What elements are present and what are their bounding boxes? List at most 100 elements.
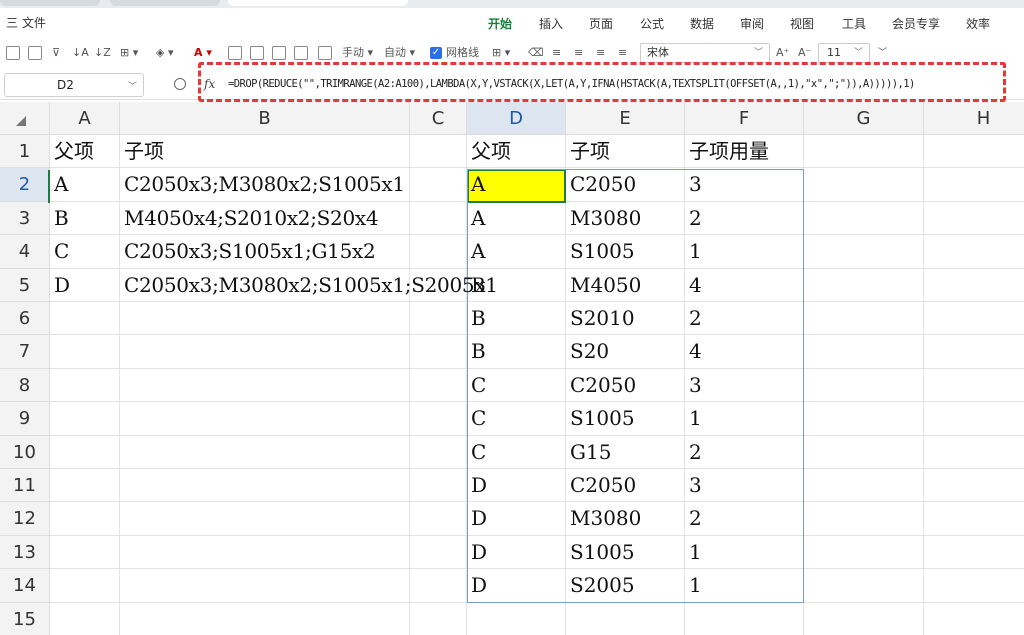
row-header[interactable]: 1 bbox=[0, 135, 50, 169]
row-header[interactable]: 2 bbox=[0, 168, 50, 202]
align-left-icon[interactable]: ≡ bbox=[552, 44, 561, 62]
cell[interactable]: 1 bbox=[685, 536, 702, 569]
cell[interactable]: C bbox=[467, 436, 486, 469]
window-tab[interactable] bbox=[110, 0, 220, 6]
column-header[interactable]: G bbox=[804, 102, 924, 135]
gridlines-checkbox[interactable]: ✓ bbox=[430, 47, 442, 59]
cell[interactable]: A bbox=[467, 202, 485, 235]
column-header[interactable]: A bbox=[50, 102, 120, 135]
column-header[interactable]: H bbox=[924, 102, 1024, 135]
cell[interactable]: D bbox=[50, 269, 70, 302]
menu-tab[interactable]: 效率 bbox=[966, 15, 990, 32]
row-header[interactable]: 11 bbox=[0, 469, 50, 503]
cell[interactable]: M4050 bbox=[566, 269, 641, 302]
cell[interactable]: 4 bbox=[685, 269, 702, 302]
cell[interactable]: S20 bbox=[566, 335, 609, 368]
column-header[interactable]: E bbox=[566, 102, 685, 135]
row-header[interactable]: 7 bbox=[0, 335, 50, 369]
cell[interactable]: 2 bbox=[685, 436, 702, 469]
align-right-icon[interactable]: ≡ bbox=[596, 44, 605, 62]
cell[interactable]: C2050x3;S1005x1;G15x2 bbox=[120, 235, 376, 268]
cell[interactable]: C bbox=[467, 402, 486, 435]
manual-dropdown[interactable]: 手动 ▾ bbox=[342, 44, 373, 62]
cell[interactable]: D bbox=[467, 569, 487, 602]
row-header[interactable]: 6 bbox=[0, 302, 50, 336]
row-header[interactable]: 3 bbox=[0, 201, 50, 236]
menu-tab[interactable]: 视图 bbox=[790, 15, 814, 32]
cell[interactable]: B bbox=[467, 302, 486, 335]
row-header[interactable]: 5 bbox=[0, 268, 50, 302]
cell[interactable]: 1 bbox=[685, 235, 702, 268]
chevron-down-icon[interactable]: ﹀ bbox=[128, 79, 137, 92]
cell[interactable]: 3 bbox=[685, 369, 702, 402]
cell[interactable]: 父项 bbox=[50, 135, 94, 168]
border-icon[interactable]: ⊞ ▾ bbox=[120, 44, 138, 62]
cell[interactable]: S1005 bbox=[566, 235, 635, 268]
font-family-select[interactable]: 宋体 ﹀ bbox=[640, 43, 770, 63]
align-center-icon[interactable]: ≡ bbox=[574, 44, 583, 62]
filter-icon[interactable]: ⊽ bbox=[52, 44, 60, 62]
cell[interactable]: A bbox=[467, 235, 485, 268]
auto-dropdown[interactable]: 自动 ▾ bbox=[384, 44, 415, 62]
cell[interactable]: M3080 bbox=[566, 202, 641, 235]
cell[interactable]: 子项 bbox=[566, 135, 610, 168]
cell[interactable]: 3 bbox=[685, 168, 702, 201]
cell[interactable]: G15 bbox=[566, 436, 611, 469]
window-tab-active[interactable] bbox=[228, 0, 408, 6]
fill-color-icon[interactable]: ◈ ▾ bbox=[156, 44, 173, 62]
formula-input[interactable]: =DROP(REDUCE("",TRIMRANGE(A2:A100),LAMBD… bbox=[228, 78, 915, 90]
cell[interactable]: C2050 bbox=[566, 469, 636, 502]
cell[interactable]: 1 bbox=[685, 402, 702, 435]
cell[interactable]: C bbox=[467, 369, 486, 402]
font-color-icon[interactable]: A ▾ bbox=[194, 44, 212, 62]
cell[interactable]: 子项用量 bbox=[685, 135, 769, 168]
conditional-format-icon[interactable]: ⊞ ▾ bbox=[492, 44, 510, 62]
fx-icon[interactable]: fx bbox=[204, 77, 215, 91]
split-icon[interactable] bbox=[318, 46, 332, 60]
cell[interactable]: C2050x3;M3080x2;S1005x1;S2005x1 bbox=[120, 269, 498, 302]
column-header[interactable]: C bbox=[410, 102, 467, 135]
copy-icon[interactable] bbox=[28, 46, 42, 60]
row-header[interactable]: 13 bbox=[0, 535, 50, 570]
cell[interactable]: 2 bbox=[685, 502, 702, 535]
menu-tab[interactable]: 工具 bbox=[842, 15, 866, 32]
freeze-icon[interactable] bbox=[250, 46, 264, 60]
cell[interactable]: 父项 bbox=[467, 135, 511, 168]
cell[interactable]: S1005 bbox=[566, 536, 635, 569]
cell[interactable]: C2050 bbox=[566, 369, 636, 402]
menu-tab[interactable]: 审阅 bbox=[740, 15, 764, 32]
zoom-icon[interactable] bbox=[174, 78, 186, 90]
cell[interactable]: 2 bbox=[685, 202, 702, 235]
cell[interactable]: S2010 bbox=[566, 302, 635, 335]
cell[interactable]: 2 bbox=[685, 302, 702, 335]
row-header[interactable]: 12 bbox=[0, 502, 50, 536]
row-header[interactable]: 8 bbox=[0, 368, 50, 403]
row-header[interactable]: 9 bbox=[0, 402, 50, 436]
cell[interactable]: 子项 bbox=[120, 135, 164, 168]
file-menu[interactable]: 三 文件 bbox=[6, 14, 46, 31]
more-chevron-icon[interactable]: ﹀ bbox=[878, 44, 887, 62]
format-painter-icon[interactable] bbox=[228, 46, 242, 60]
select-all-corner[interactable] bbox=[0, 102, 50, 135]
window-tab[interactable] bbox=[0, 0, 100, 6]
cell[interactable]: M4050x4;S2010x2;S20x4 bbox=[120, 202, 379, 235]
cell[interactable]: D bbox=[467, 502, 487, 535]
cell[interactable]: B bbox=[50, 202, 69, 235]
cell[interactable]: M3080 bbox=[566, 502, 641, 535]
sort-asc-icon[interactable]: ↓A bbox=[72, 44, 89, 62]
column-header[interactable]: F bbox=[685, 102, 804, 135]
menu-tab[interactable]: 开始 bbox=[488, 15, 512, 32]
table-style-icon[interactable] bbox=[272, 46, 286, 60]
cell[interactable]: S2005 bbox=[566, 569, 635, 602]
row-header[interactable]: 4 bbox=[0, 235, 50, 269]
column-header[interactable]: B bbox=[120, 102, 410, 135]
row-header[interactable]: 14 bbox=[0, 569, 50, 603]
menu-tab[interactable]: 公式 bbox=[640, 15, 664, 32]
cell[interactable]: D bbox=[467, 469, 487, 502]
increase-font-icon[interactable]: A⁺ bbox=[776, 44, 789, 62]
font-size-select[interactable]: 11 ﹀ bbox=[818, 43, 870, 63]
cell[interactable]: C bbox=[50, 235, 69, 268]
cell-style-icon[interactable] bbox=[294, 46, 308, 60]
menu-tab[interactable]: 数据 bbox=[690, 15, 714, 32]
menu-tab[interactable]: 页面 bbox=[589, 15, 613, 32]
